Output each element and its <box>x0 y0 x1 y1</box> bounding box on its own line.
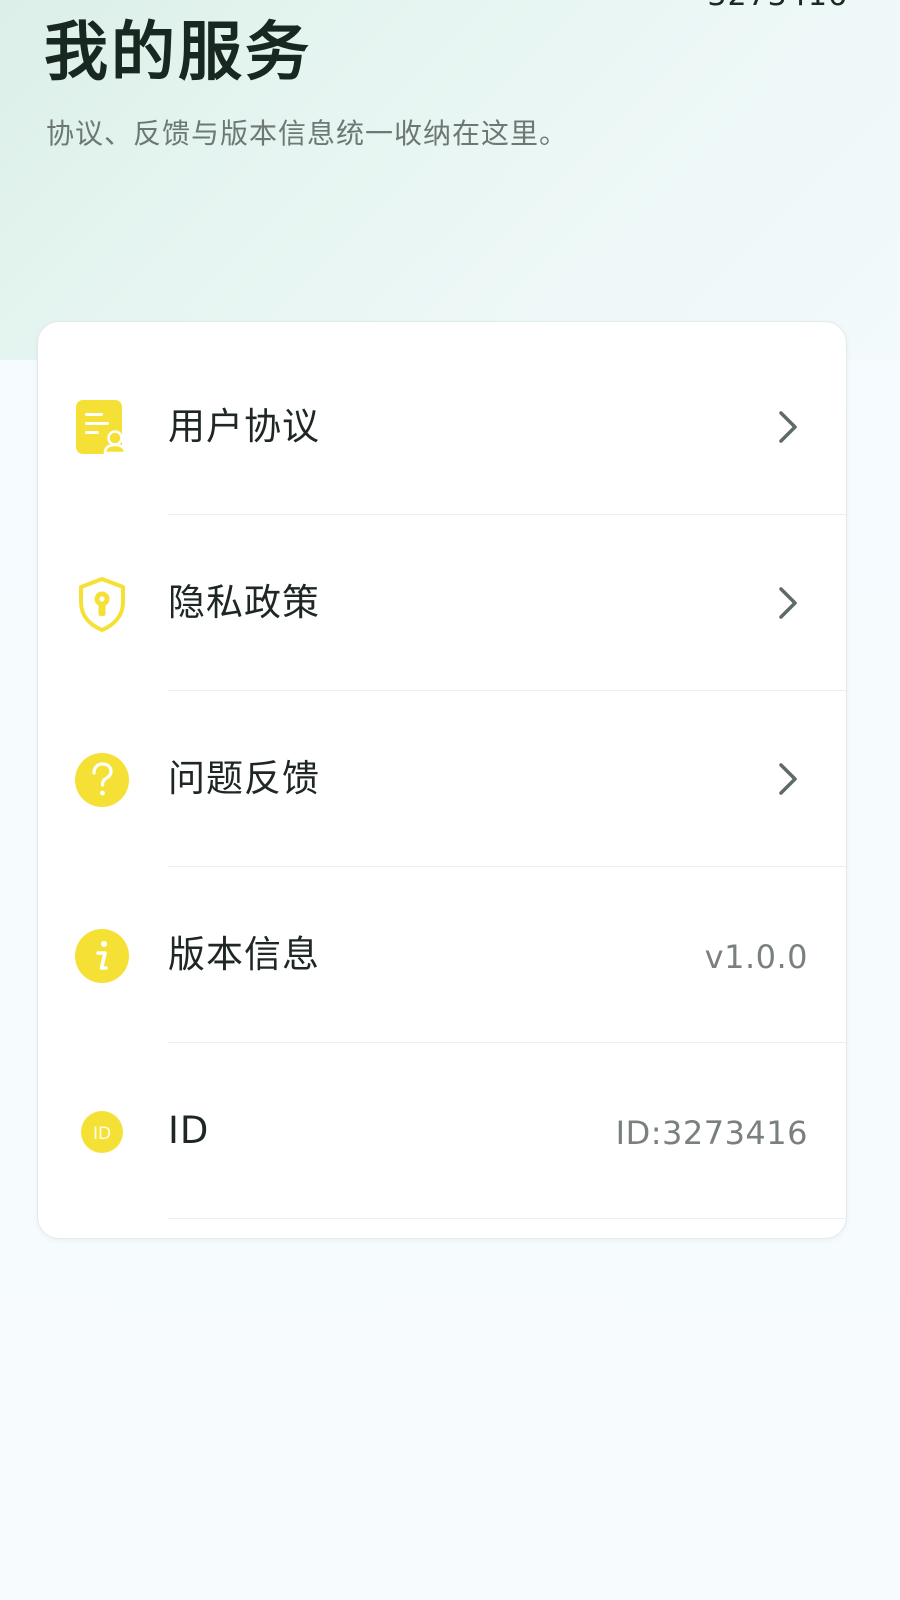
user-id-value: ID:3273416 <box>615 1114 808 1152</box>
menu-item-label: 隐私政策 <box>168 581 320 624</box>
menu-item-version-info: 版本信息 v1.0.0 <box>38 867 846 1043</box>
service-list-card: 用户协议 隐私政策 问题反馈 版本信息 v1.0.0 ID ID ID:3273… <box>37 321 847 1239</box>
version-value: v1.0.0 <box>704 938 808 976</box>
page-subtitle: 协议、反馈与版本信息统一收纳在这里。 <box>46 117 569 150</box>
menu-item-label: 版本信息 <box>168 933 320 976</box>
chevron-right-icon <box>779 411 797 443</box>
menu-item-user-id: ID ID ID:3273416 <box>38 1043 846 1219</box>
menu-item-feedback[interactable]: 问题反馈 <box>38 691 846 867</box>
menu-item-user-agreement[interactable]: 用户协议 <box>38 339 846 515</box>
svg-text:ID: ID <box>93 1124 111 1144</box>
document-user-icon <box>76 400 127 455</box>
menu-item-label: 问题反馈 <box>168 757 320 800</box>
menu-item-privacy-policy[interactable]: 隐私政策 <box>38 515 846 691</box>
question-icon <box>75 753 129 807</box>
chevron-right-icon <box>779 587 797 619</box>
menu-item-label: ID <box>168 1109 210 1152</box>
id-badge-icon: ID <box>81 1111 123 1153</box>
status-peek-text: 3273416 <box>707 0 848 13</box>
row-divider <box>168 1218 846 1219</box>
chevron-right-icon <box>779 763 797 795</box>
shield-keyhole-icon <box>79 577 125 632</box>
page-title: 我的服务 <box>44 16 312 90</box>
menu-item-label: 用户协议 <box>168 405 320 448</box>
info-icon <box>75 929 129 983</box>
